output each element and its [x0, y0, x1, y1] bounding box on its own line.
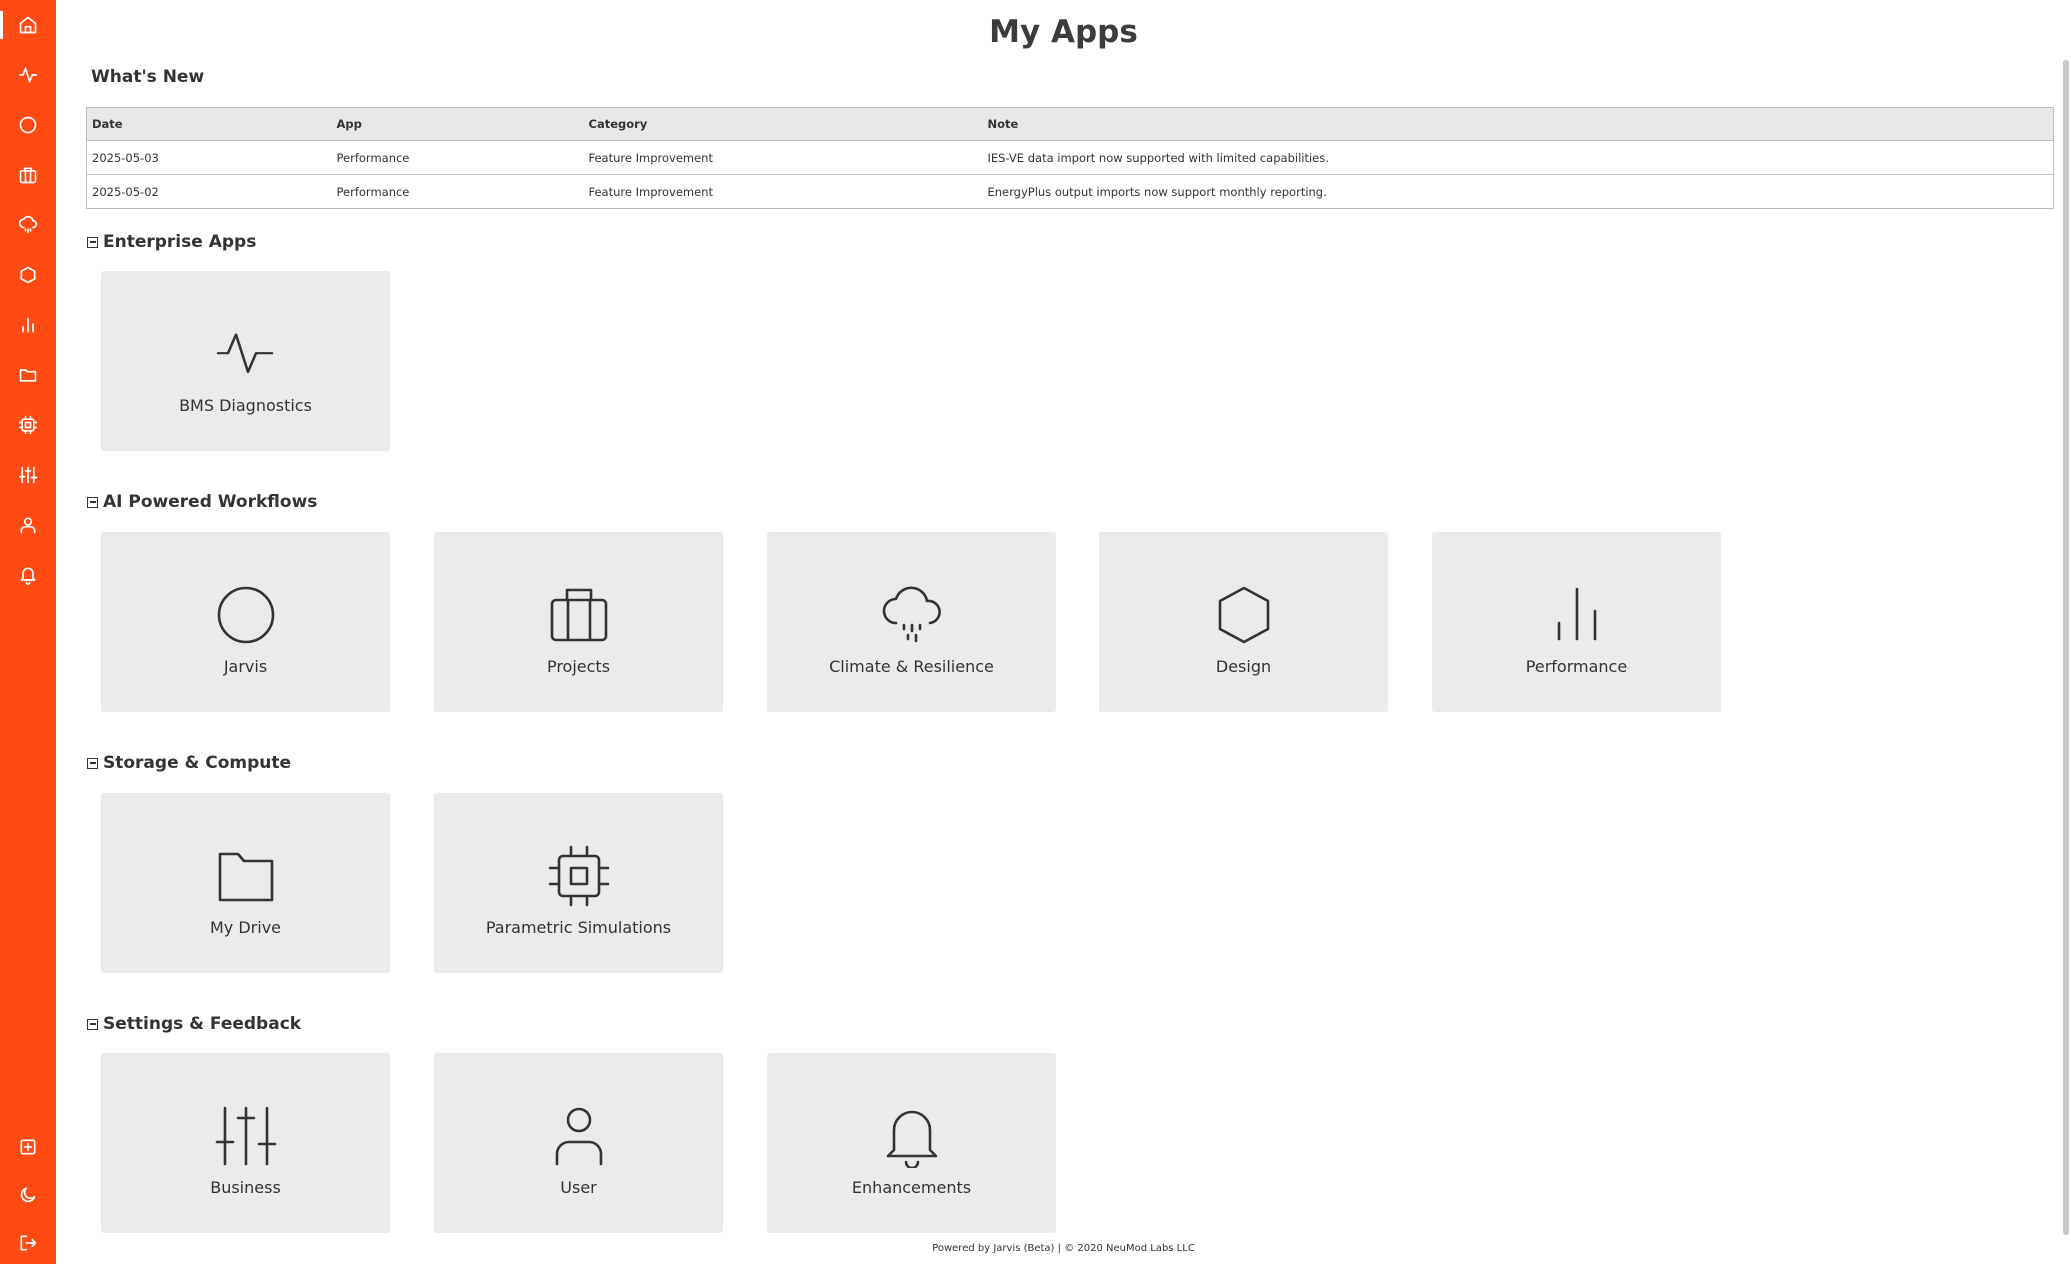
- sidebar-item-projects[interactable]: [0, 155, 56, 195]
- table-header-row: Date App Category Note: [86, 107, 2054, 141]
- app-tile-label: Design: [1215, 657, 1272, 676]
- app-tile-label: Performance: [1525, 657, 1628, 676]
- sliders-icon: [215, 1106, 276, 1166]
- sidebar-item-dark-mode[interactable]: [0, 1175, 56, 1215]
- group-title: Storage & Compute: [103, 753, 292, 773]
- app-tile-user[interactable]: User: [434, 1053, 723, 1233]
- app-tile-label: Climate & Resilience: [829, 657, 994, 676]
- sidebar-item-business[interactable]: [0, 455, 56, 495]
- main-content: My Apps What's New Date App Category Not…: [56, 0, 2055, 1264]
- sidebar-item-logout[interactable]: [0, 1223, 56, 1263]
- column-header-app[interactable]: App: [331, 107, 584, 141]
- app-tile-label: Projects: [546, 657, 611, 676]
- folder-icon: [19, 369, 37, 382]
- calculator-icon: [20, 1139, 36, 1155]
- app-tile-parametric-simulations[interactable]: Parametric Simulations: [434, 793, 723, 973]
- logout-icon: [20, 1235, 37, 1251]
- user-icon: [555, 1107, 602, 1166]
- table-row: 2025-05-03 Performance Feature Improveme…: [86, 140, 2054, 175]
- cell-note: IES-VE data import now supported with li…: [982, 140, 2054, 175]
- sidebar-item-jarvis[interactable]: [0, 105, 56, 145]
- sidebar-item-user[interactable]: [0, 505, 56, 545]
- footer: Powered by Jarvis (Beta) | © 2020 NeuMod…: [932, 1243, 1195, 1254]
- cpu-icon: [548, 845, 609, 907]
- cloud-rain-icon: [882, 586, 941, 643]
- group-header-ai-workflows[interactable]: AI Powered Workflows: [87, 492, 317, 512]
- sidebar-item-climate[interactable]: [0, 205, 56, 245]
- group-title: Settings & Feedback: [103, 1014, 302, 1034]
- scrollbar[interactable]: [2063, 60, 2069, 1235]
- app-tile-my-drive[interactable]: My Drive: [101, 793, 390, 973]
- briefcase-icon: [19, 167, 37, 184]
- sidebar-item-design[interactable]: [0, 255, 56, 295]
- app-tile-label: Enhancements: [851, 1178, 972, 1197]
- column-header-date[interactable]: Date: [86, 107, 332, 141]
- sidebar-item-parametric[interactable]: [0, 405, 56, 445]
- whats-new-table: Date App Category Note 2025-05-03 Perfor…: [86, 107, 2054, 209]
- cell-category: Feature Improvement: [583, 140, 983, 175]
- activity-icon: [216, 333, 273, 374]
- sliders-icon: [18, 466, 38, 484]
- home-icon: [19, 16, 37, 34]
- group-header-enterprise-apps[interactable]: Enterprise Apps: [87, 232, 256, 252]
- cloud-rain-icon: [18, 215, 38, 234]
- cell-note: EnergyPlus output imports now support mo…: [982, 174, 2054, 209]
- bell-icon: [20, 567, 36, 585]
- sidebar-item-enhancements[interactable]: [0, 555, 56, 595]
- app-tile-label: My Drive: [209, 918, 281, 937]
- group-title: Enterprise Apps: [103, 232, 257, 252]
- folder-icon: [218, 852, 273, 902]
- collapse-icon: [87, 1018, 98, 1030]
- sidebar-item-calculator[interactable]: [0, 1127, 56, 1167]
- hexagon-icon: [1218, 586, 1269, 644]
- collapse-icon: [87, 236, 98, 248]
- cell-app: Performance: [331, 174, 584, 209]
- app-tile-label: Business: [210, 1178, 281, 1197]
- app-tile-business[interactable]: Business: [101, 1053, 390, 1233]
- group-title: AI Powered Workflows: [103, 492, 318, 512]
- sidebar-item-bms-diagnostics[interactable]: [0, 55, 56, 95]
- cpu-icon: [18, 415, 38, 435]
- cell-app: Performance: [331, 140, 584, 175]
- app-tile-bms-diagnostics[interactable]: BMS Diagnostics: [101, 271, 390, 451]
- bar-chart-icon: [22, 317, 34, 333]
- cell-date: 2025-05-02: [86, 174, 332, 209]
- bell-icon: [886, 1110, 937, 1168]
- app-tile-label: BMS Diagnostics: [179, 396, 312, 415]
- column-header-category[interactable]: Category: [583, 107, 983, 141]
- app-tile-enhancements[interactable]: Enhancements: [767, 1053, 1056, 1233]
- cell-category: Feature Improvement: [583, 174, 983, 209]
- app-tile-jarvis[interactable]: Jarvis: [101, 532, 390, 712]
- sidebar-item-my-drive[interactable]: [0, 355, 56, 395]
- group-header-settings-feedback[interactable]: Settings & Feedback: [87, 1014, 301, 1034]
- app-tile-label: Parametric Simulations: [485, 918, 672, 937]
- briefcase-icon: [550, 588, 607, 642]
- moon-icon: [20, 1187, 36, 1203]
- circle-icon: [19, 116, 37, 134]
- collapse-icon: [87, 757, 98, 769]
- column-header-note[interactable]: Note: [982, 107, 2054, 141]
- group-header-storage-compute[interactable]: Storage & Compute: [87, 753, 291, 773]
- app-tile-design[interactable]: Design: [1099, 532, 1388, 712]
- circle-icon: [217, 586, 274, 644]
- app-tile-label: Jarvis: [223, 657, 268, 676]
- hexagon-icon: [20, 266, 36, 284]
- page-title: My Apps: [989, 14, 1138, 50]
- cell-date: 2025-05-03: [86, 140, 332, 175]
- app-tile-performance[interactable]: Performance: [1432, 532, 1721, 712]
- sidebar-item-performance[interactable]: [0, 305, 56, 345]
- user-icon: [20, 517, 36, 534]
- sidebar: [0, 0, 56, 1264]
- whats-new-title: What's New: [91, 67, 205, 87]
- sidebar-item-home[interactable]: [0, 5, 56, 45]
- collapse-icon: [87, 496, 98, 508]
- activity-icon: [18, 67, 38, 83]
- app-tile-label: User: [560, 1178, 597, 1197]
- table-row: 2025-05-02 Performance Feature Improveme…: [86, 174, 2054, 209]
- app-tile-climate[interactable]: Climate & Resilience: [767, 532, 1056, 712]
- bar-chart-icon: [1557, 587, 1596, 641]
- app-tile-projects[interactable]: Projects: [434, 532, 723, 712]
